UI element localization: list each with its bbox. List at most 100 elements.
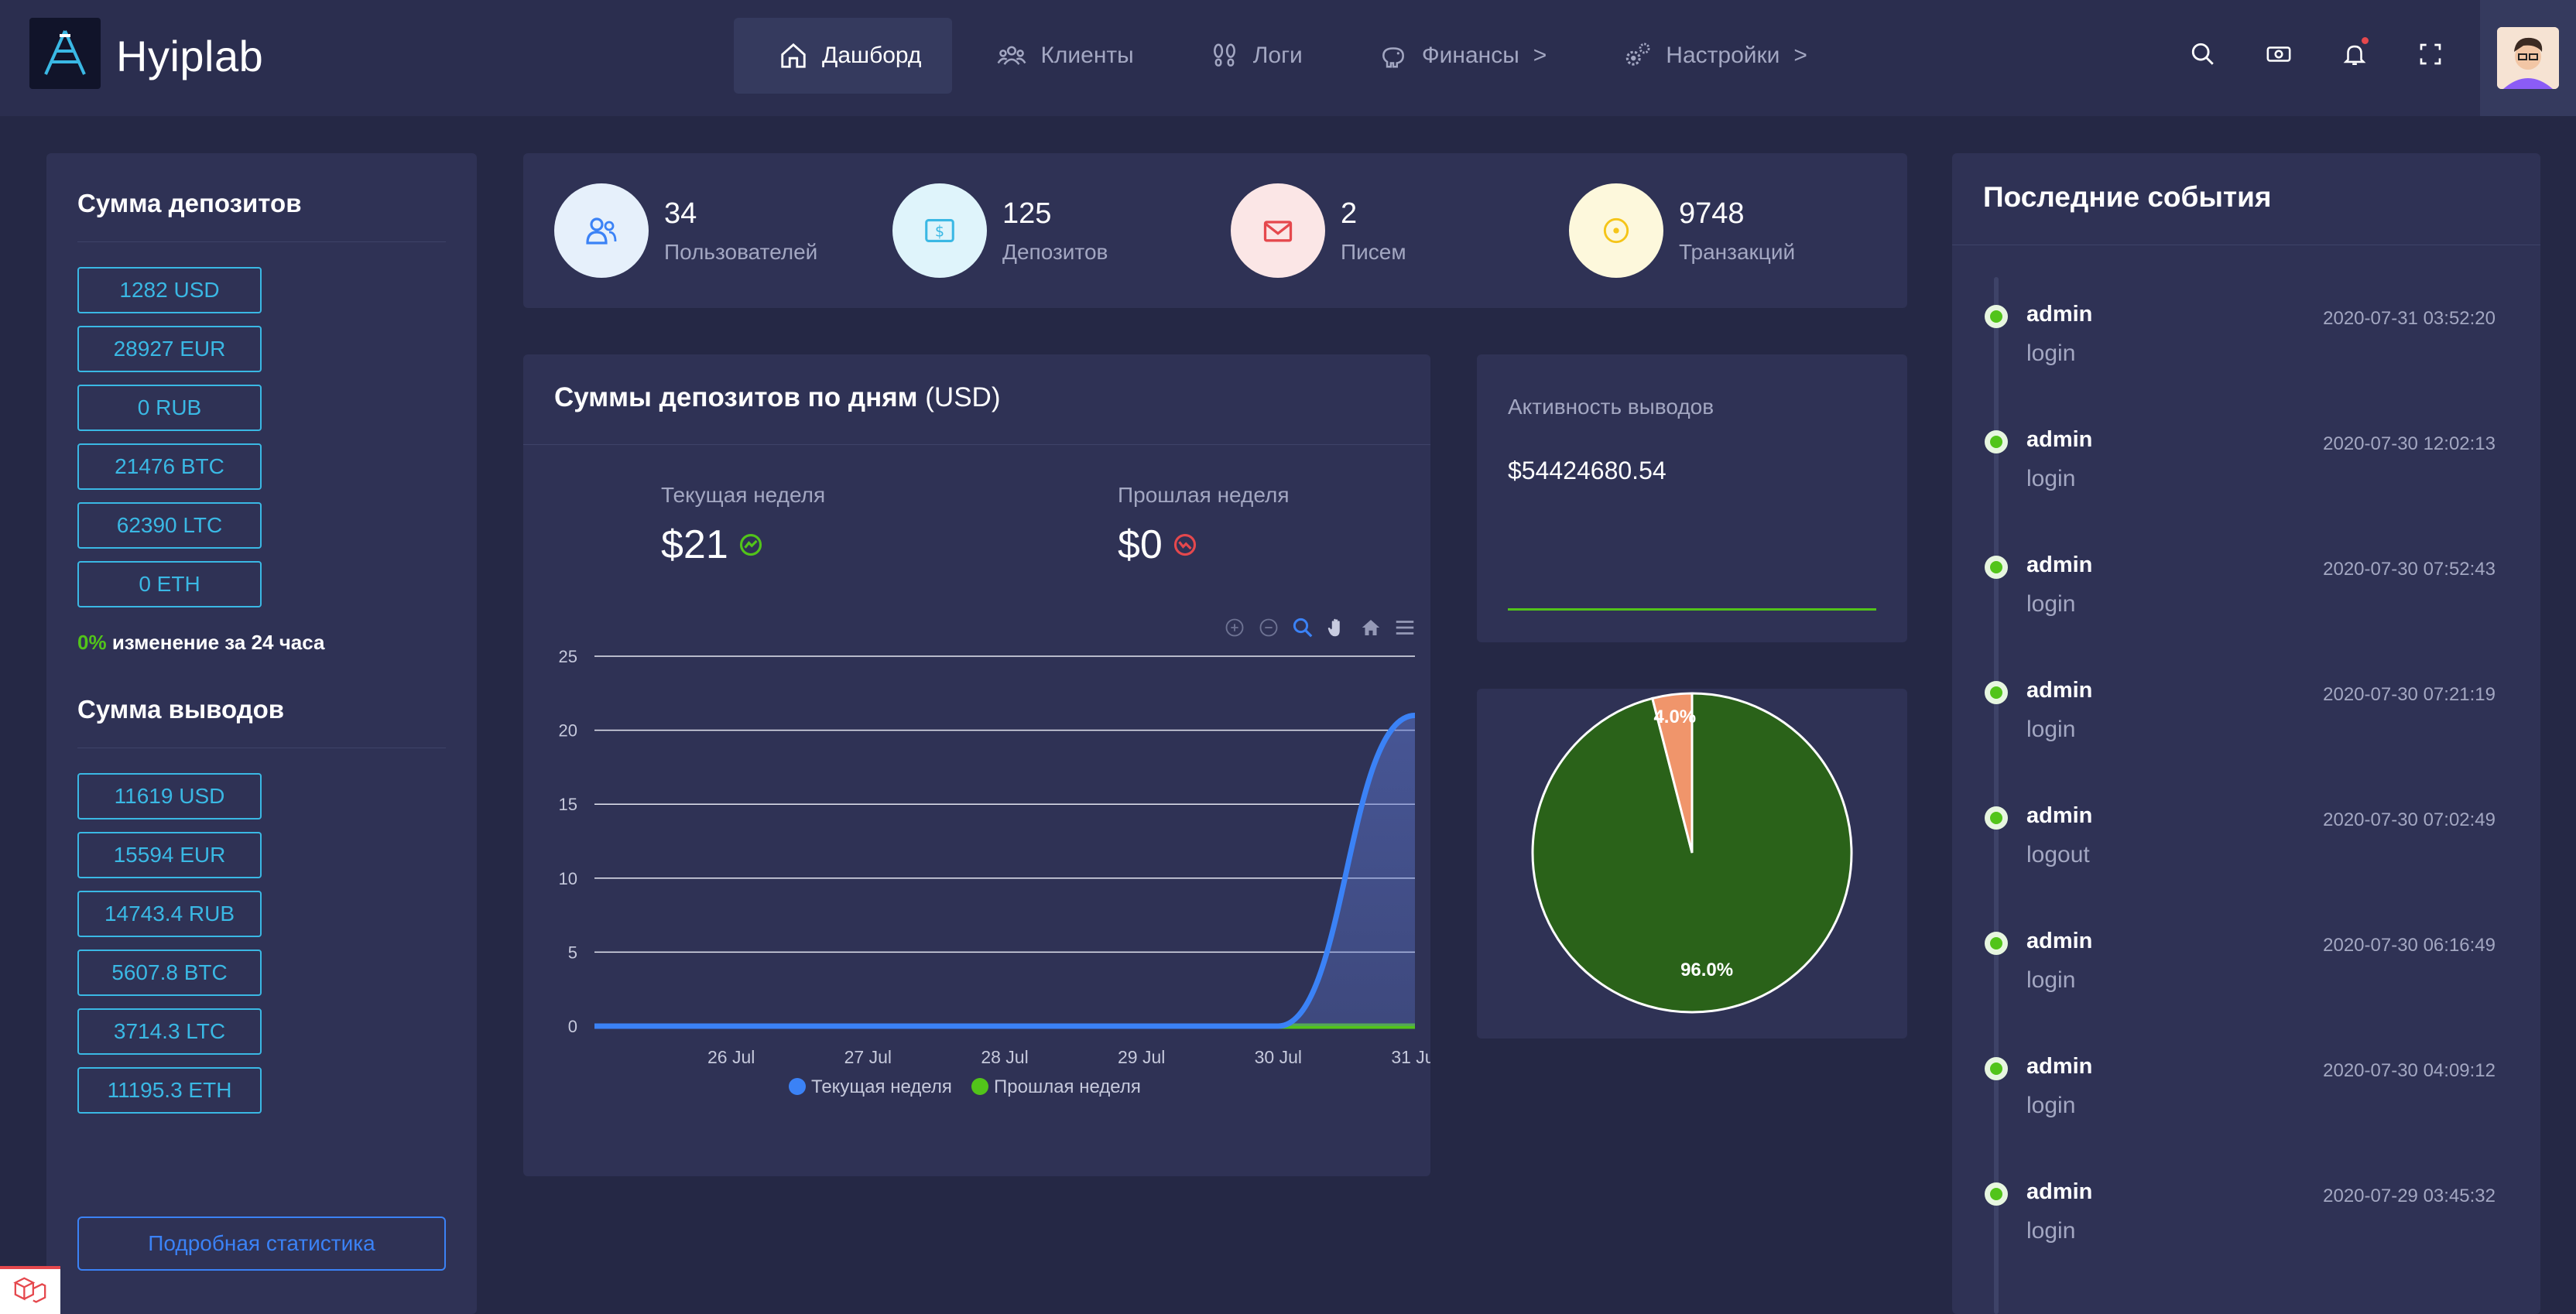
event-action: login [2026, 340, 2076, 366]
event-action: login [2026, 1093, 2076, 1118]
deposit-eth[interactable]: 0 ETH [77, 561, 262, 607]
footprints-icon [1213, 43, 1235, 67]
stats-row: 34 Пользователей $ 125 Депозитов 2 Писем… [523, 153, 1907, 308]
event-item[interactable]: admin login 2020-07-30 06:16:49 [1952, 929, 2540, 1056]
chevron-right-icon: > [1533, 43, 1547, 68]
withdrawal-usd[interactable]: 11619 USD [77, 773, 262, 820]
event-time: 2020-07-30 07:52:43 [2323, 559, 2496, 580]
logo[interactable] [29, 18, 101, 89]
deposits-title: Сумма депозитов [77, 189, 302, 217]
event-item[interactable]: admin logout 2020-07-30 07:02:49 [1952, 803, 2540, 930]
zoom-select-icon[interactable] [1291, 616, 1314, 639]
event-action: logout [2026, 842, 2090, 867]
home-icon [781, 43, 806, 68]
deposit-usd[interactable]: 1282 USD [77, 267, 262, 313]
stat-value: 9748 [1679, 197, 1745, 230]
deposits-chart-card: Суммы депозитов по дням (USD) Текущая не… [523, 354, 1430, 1176]
fullscreen-icon[interactable] [2415, 39, 2446, 70]
recent-events-panel: Последние события admin login 2020-07-31… [1952, 153, 2540, 1314]
legend-label[interactable]: Прошлая неделя [994, 1076, 1141, 1097]
search-icon[interactable] [2187, 39, 2218, 70]
series-area-current-week [594, 715, 1415, 1026]
chart-title: Суммы депозитов по дням (USD) [554, 382, 1001, 413]
y-tick-label: 15 [559, 795, 577, 814]
deposit-rub[interactable]: 0 RUB [77, 385, 262, 431]
stat-label: Транзакций [1679, 239, 1796, 264]
chart-title-unit: (USD) [925, 382, 1001, 412]
top-icons [2187, 37, 2446, 70]
nav-finance[interactable]: Финансы > [1334, 18, 1577, 94]
gears-icon [1626, 43, 1650, 66]
withdrawal-eur[interactable]: 15594 EUR [77, 832, 262, 878]
nav-dashboard[interactable]: Дашборд [734, 18, 953, 94]
chevron-right-icon: > [1793, 43, 1807, 68]
piggy-bank-icon [1382, 47, 1404, 68]
user-menu[interactable] [2480, 0, 2576, 116]
chart-title-text: Суммы депозитов по дням [554, 382, 918, 412]
change-percent: 0% [77, 631, 107, 654]
svg-text:$: $ [935, 223, 944, 241]
nav-settings[interactable]: Настройки > [1577, 18, 1838, 94]
money-icon[interactable] [2263, 39, 2294, 70]
x-tick-label: 31 Jul [1391, 1047, 1430, 1067]
stat-users: 34 Пользователей [554, 183, 892, 278]
status-dot [1985, 806, 2008, 830]
event-user: admin [2026, 1179, 2093, 1204]
event-item[interactable]: admin login 2020-07-30 07:52:43 [1952, 553, 2540, 679]
series-line-current-week [594, 712, 1416, 1029]
notification-dot [2362, 37, 2369, 44]
reset-zoom-icon[interactable] [1359, 616, 1382, 639]
menu-icon[interactable] [1393, 616, 1416, 639]
divider [523, 444, 1430, 445]
event-action: login [2026, 717, 2076, 742]
status-dot [1985, 1057, 2008, 1080]
status-dot [1985, 430, 2008, 453]
current-week: Текущая неделя $21 [661, 483, 825, 568]
stat-label: Писем [1341, 239, 1406, 264]
withdrawal-eth[interactable]: 11195.3 ETH [77, 1067, 262, 1114]
week-value: $0 [1118, 522, 1163, 567]
trend-down-icon [1173, 533, 1196, 556]
status-dot [1985, 556, 2008, 579]
event-item[interactable]: admin login 2020-07-30 12:02:13 [1952, 427, 2540, 554]
y-tick-label: 0 [568, 1017, 577, 1036]
users-icon [997, 46, 1026, 65]
nav-logs[interactable]: Логи [1165, 18, 1334, 94]
withdrawal-rub[interactable]: 14743.4 RUB [77, 891, 262, 937]
event-action: login [2026, 591, 2076, 617]
nav-label: Логи [1252, 43, 1303, 68]
event-time: 2020-07-30 04:09:12 [2323, 1060, 2496, 1081]
pan-icon[interactable] [1325, 616, 1348, 639]
nav-label: Финансы [1421, 43, 1519, 68]
y-tick-label: 5 [568, 943, 577, 962]
x-tick-label: 26 Jul [707, 1047, 755, 1067]
dollar-bill-icon: $ [892, 183, 987, 278]
event-user: admin [2026, 929, 2093, 953]
y-tick-label: 10 [559, 869, 577, 888]
deposit-ltc[interactable]: 62390 LTC [77, 502, 262, 549]
change-text: изменение за 24 часа [111, 631, 325, 654]
event-user: admin [2026, 302, 2093, 327]
zoom-out-icon[interactable] [1257, 616, 1280, 639]
event-user: admin [2026, 427, 2093, 452]
detailed-stats-button[interactable]: Подробная статистика [77, 1216, 446, 1271]
withdrawal-ltc[interactable]: 3714.3 LTC [77, 1008, 262, 1055]
withdrawals-title: Сумма выводов [77, 695, 285, 724]
nav-clients[interactable]: Клиенты [952, 18, 1164, 94]
deposit-btc[interactable]: 21476 BTC [77, 443, 262, 490]
deposit-eur[interactable]: 28927 EUR [77, 326, 262, 372]
zoom-in-icon[interactable] [1223, 616, 1246, 639]
bell-icon[interactable] [2339, 37, 2370, 70]
event-item[interactable]: admin login 2020-07-31 03:52:20 [1952, 302, 2540, 429]
event-item[interactable]: admin login 2020-07-30 04:09:12 [1952, 1054, 2540, 1181]
event-user: admin [2026, 803, 2093, 828]
legend-label[interactable]: Текущая неделя [811, 1076, 952, 1097]
debugbar-icon[interactable] [0, 1266, 60, 1314]
event-item[interactable]: admin login 2020-07-29 03:45:32 [1952, 1179, 2540, 1306]
event-time: 2020-07-29 03:45:32 [2323, 1186, 2496, 1206]
withdrawal-btc[interactable]: 5607.8 BTC [77, 950, 262, 996]
pie-label: 96.0% [1680, 960, 1733, 980]
stat-label: Депозитов [1002, 239, 1108, 264]
event-item[interactable]: admin login 2020-07-30 07:21:19 [1952, 678, 2540, 805]
status-dot [1985, 932, 2008, 955]
